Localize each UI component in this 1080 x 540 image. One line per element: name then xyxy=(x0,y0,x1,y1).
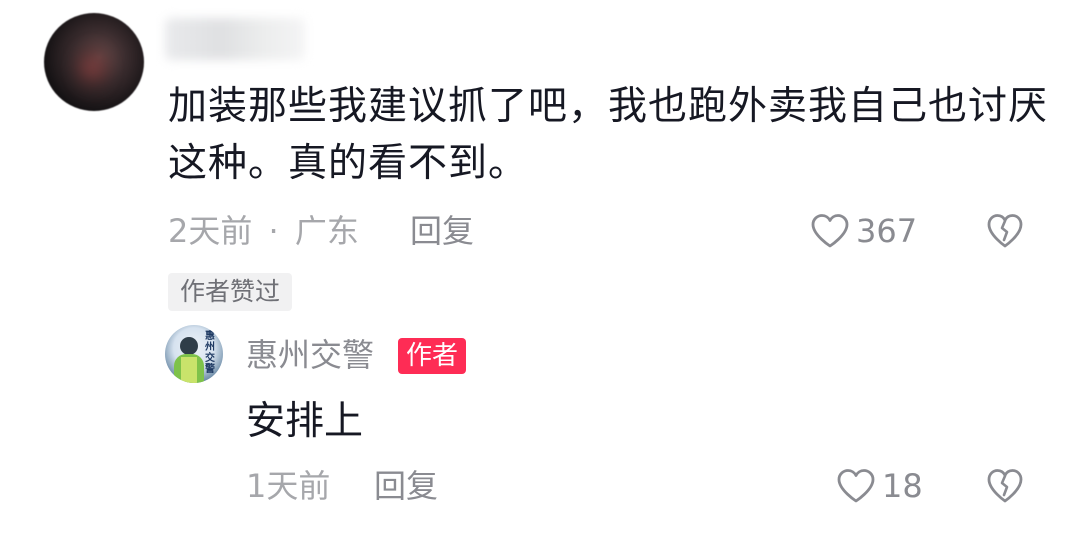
comment-like-count: 367 xyxy=(856,212,918,250)
meta-separator: · xyxy=(268,212,279,250)
comment-time: 2天前 xyxy=(168,212,253,250)
author-liked-tag: 作者赞过 xyxy=(168,273,293,311)
reply-username[interactable]: 惠州交警 xyxy=(246,335,374,375)
reply-like-count: 18 xyxy=(882,467,923,505)
reply-like-button[interactable]: 18 xyxy=(836,466,923,506)
commenter-avatar[interactable] xyxy=(44,13,144,111)
author-badge: 作者 xyxy=(398,338,467,374)
comment-text: 加装那些我建议抓了吧，我也跑外卖我自己也讨厌这种。真的看不到。 xyxy=(168,84,1049,186)
comment-like-button[interactable]: 367 xyxy=(810,211,917,251)
reply-avatar[interactable]: 惠州交警 xyxy=(165,325,223,383)
commenter-username-blurred[interactable] xyxy=(165,18,305,60)
reply-text: 安排上 xyxy=(246,399,364,444)
comment-reply-button[interactable]: 回复 xyxy=(410,211,474,251)
reply-time: 1天前 xyxy=(246,467,331,505)
avatar-text: 惠州交警 xyxy=(205,331,215,375)
broken-heart-icon[interactable] xyxy=(986,468,1024,506)
comment-location: 广东 xyxy=(294,212,359,250)
heart-outline-icon xyxy=(810,213,850,249)
avatar-figure-head xyxy=(180,337,198,355)
broken-heart-icon[interactable] xyxy=(986,213,1024,251)
heart-outline-icon xyxy=(836,468,876,504)
avatar-figure-vest xyxy=(181,357,197,383)
reply-reply-button[interactable]: 回复 xyxy=(374,466,438,506)
comment-meta: 2天前 · 广东 xyxy=(168,211,359,251)
